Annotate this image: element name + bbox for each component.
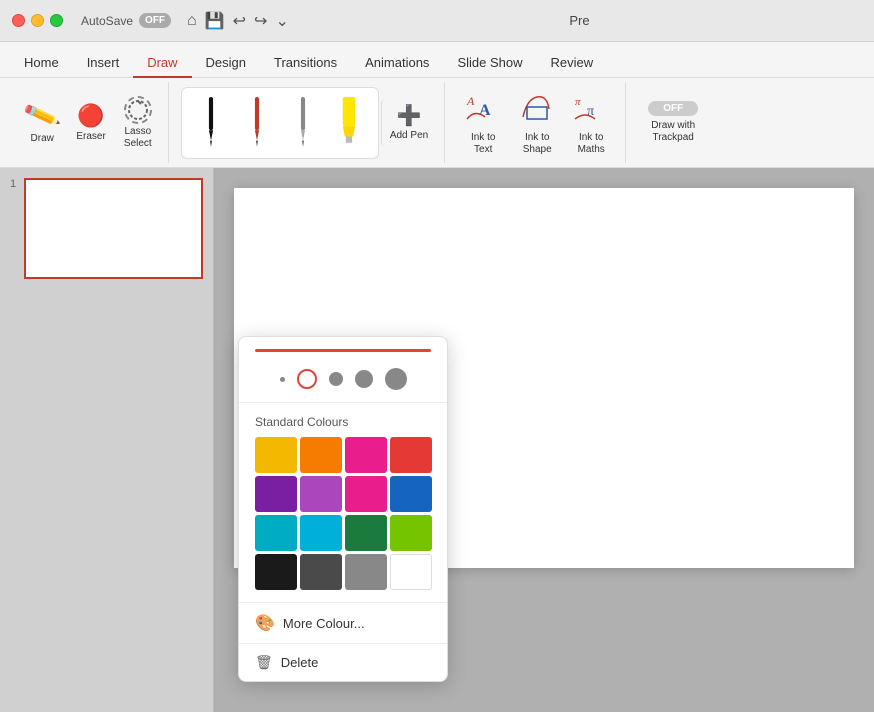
colour-lime[interactable]	[390, 515, 432, 551]
ink-to-text-label: Ink toText	[471, 132, 495, 156]
size-dot-lg[interactable]	[355, 370, 373, 388]
colour-dark-gray[interactable]	[300, 554, 342, 590]
svg-text:π: π	[575, 96, 581, 108]
ink-to-maths-icon: π π	[573, 89, 609, 130]
pen-black[interactable]	[190, 91, 232, 155]
lasso-icon	[124, 96, 152, 124]
autosave-label: AutoSave	[81, 14, 133, 28]
tab-design[interactable]: Design	[192, 49, 260, 78]
colours-section: Standard Colours	[239, 403, 447, 602]
ink-to-shape-label: Ink toShape	[523, 132, 552, 156]
pen-highlighter[interactable]	[328, 91, 370, 155]
size-dot-sm[interactable]	[297, 369, 317, 389]
tab-transitions[interactable]: Transitions	[260, 49, 351, 78]
colour-grid	[255, 437, 431, 590]
ink-to-text-button[interactable]: A A Ink toText	[457, 85, 509, 160]
lasso-label: LassoSelect	[124, 126, 152, 150]
colour-violet[interactable]	[300, 476, 342, 512]
draw-pen-icon: ✏️	[22, 95, 63, 135]
ink-to-group: A A Ink toText Ink toShape π π	[449, 82, 626, 163]
autosave-toggle[interactable]: OFF	[139, 13, 171, 28]
more-colours-label: More Colour...	[283, 616, 365, 631]
pen-selector	[181, 87, 379, 159]
save-icon[interactable]: 💾	[205, 11, 225, 31]
more-icon[interactable]: ⌄	[275, 11, 288, 31]
ink-to-shape-icon	[519, 89, 555, 130]
colour-purple[interactable]	[255, 476, 297, 512]
window-title: Pre	[569, 13, 589, 28]
traffic-lights	[12, 14, 63, 27]
colour-hot-pink[interactable]	[345, 476, 387, 512]
undo-icon[interactable]: ↩	[233, 11, 246, 31]
colour-cyan[interactable]	[300, 515, 342, 551]
tab-home[interactable]: Home	[10, 49, 73, 78]
trackpad-group: OFF Draw withTrackpad	[630, 82, 716, 163]
autosave-area: AutoSave OFF	[81, 13, 171, 28]
pen-dropdown-popup: Standard Colours 🎨	[238, 336, 448, 682]
titlebar-icons: ⌂ 💾 ↩ ↪ ⌄	[187, 11, 289, 31]
more-colours-button[interactable]: 🎨 More Colour...	[239, 602, 447, 643]
main-area: 1 Standard Colours	[0, 168, 874, 712]
draw-group: ✏️ Draw 🔴 Eraser LassoSelect	[10, 82, 169, 163]
colour-white[interactable]	[390, 554, 432, 590]
ink-to-maths-label: Ink toMaths	[578, 132, 605, 156]
home-icon[interactable]: ⌂	[187, 12, 197, 30]
colour-wheel-icon: 🎨	[255, 613, 275, 633]
add-pen-button[interactable]: ➕ Add Pen	[381, 99, 436, 146]
slide-thumbnail[interactable]	[24, 178, 203, 279]
size-dot-md[interactable]	[329, 372, 343, 386]
trackpad-label: Draw withTrackpad	[651, 120, 695, 144]
ink-to-shape-button[interactable]: Ink toShape	[511, 85, 563, 160]
svg-text:A: A	[466, 94, 475, 108]
color-line	[255, 349, 431, 352]
ribbon-toolbar: ✏️ Draw 🔴 Eraser LassoSelect	[0, 78, 874, 168]
trackpad-toggle[interactable]: OFF	[648, 101, 698, 116]
slide-panel: 1	[0, 168, 214, 712]
draw-trackpad-button[interactable]: OFF Draw withTrackpad	[638, 97, 708, 148]
colour-pink[interactable]	[345, 437, 387, 473]
minimize-button[interactable]	[31, 14, 44, 27]
tab-draw[interactable]: Draw	[133, 49, 191, 78]
tab-insert[interactable]: Insert	[73, 49, 134, 78]
close-button[interactable]	[12, 14, 25, 27]
pen-pencil[interactable]	[282, 91, 324, 155]
delete-label: Delete	[281, 655, 319, 670]
pen-selector-group: ➕ Add Pen	[173, 82, 445, 163]
colour-gray[interactable]	[345, 554, 387, 590]
ink-to-text-icon: A A	[465, 89, 501, 130]
titlebar: AutoSave OFF ⌂ 💾 ↩ ↪ ⌄ Pre	[0, 0, 874, 42]
eraser-label: Eraser	[76, 131, 105, 143]
colour-orange[interactable]	[300, 437, 342, 473]
size-section	[239, 360, 447, 402]
size-dot-xs[interactable]	[280, 377, 285, 382]
colour-navy[interactable]	[390, 476, 432, 512]
colour-yellow[interactable]	[255, 437, 297, 473]
ribbon-tabs: Home Insert Draw Design Transitions Anim…	[0, 42, 874, 78]
colour-teal[interactable]	[255, 515, 297, 551]
colour-black[interactable]	[255, 554, 297, 590]
pen-red[interactable]	[236, 91, 278, 155]
eraser-icon: 🔴	[77, 103, 104, 129]
ink-to-maths-button[interactable]: π π Ink toMaths	[565, 85, 617, 160]
slide-number: 1	[10, 178, 16, 190]
maximize-button[interactable]	[50, 14, 63, 27]
lasso-select-button[interactable]: LassoSelect	[116, 92, 160, 154]
colour-red[interactable]	[390, 437, 432, 473]
add-pen-label: Add Pen	[390, 130, 428, 142]
tab-slideshow[interactable]: Slide Show	[443, 49, 536, 78]
size-dot-xl[interactable]	[385, 368, 407, 390]
trash-icon: 🗑	[255, 654, 273, 671]
redo-icon[interactable]: ↪	[254, 11, 267, 31]
tab-animations[interactable]: Animations	[351, 49, 443, 78]
delete-button[interactable]: 🗑 Delete	[239, 643, 447, 681]
draw-button[interactable]: ✏️ Draw	[18, 96, 66, 149]
eraser-button[interactable]: 🔴 Eraser	[68, 99, 113, 147]
color-line-section	[239, 337, 447, 360]
colours-title: Standard Colours	[255, 415, 431, 429]
colour-green[interactable]	[345, 515, 387, 551]
add-pen-icon: ➕	[397, 103, 422, 128]
tab-review[interactable]: Review	[536, 49, 607, 78]
